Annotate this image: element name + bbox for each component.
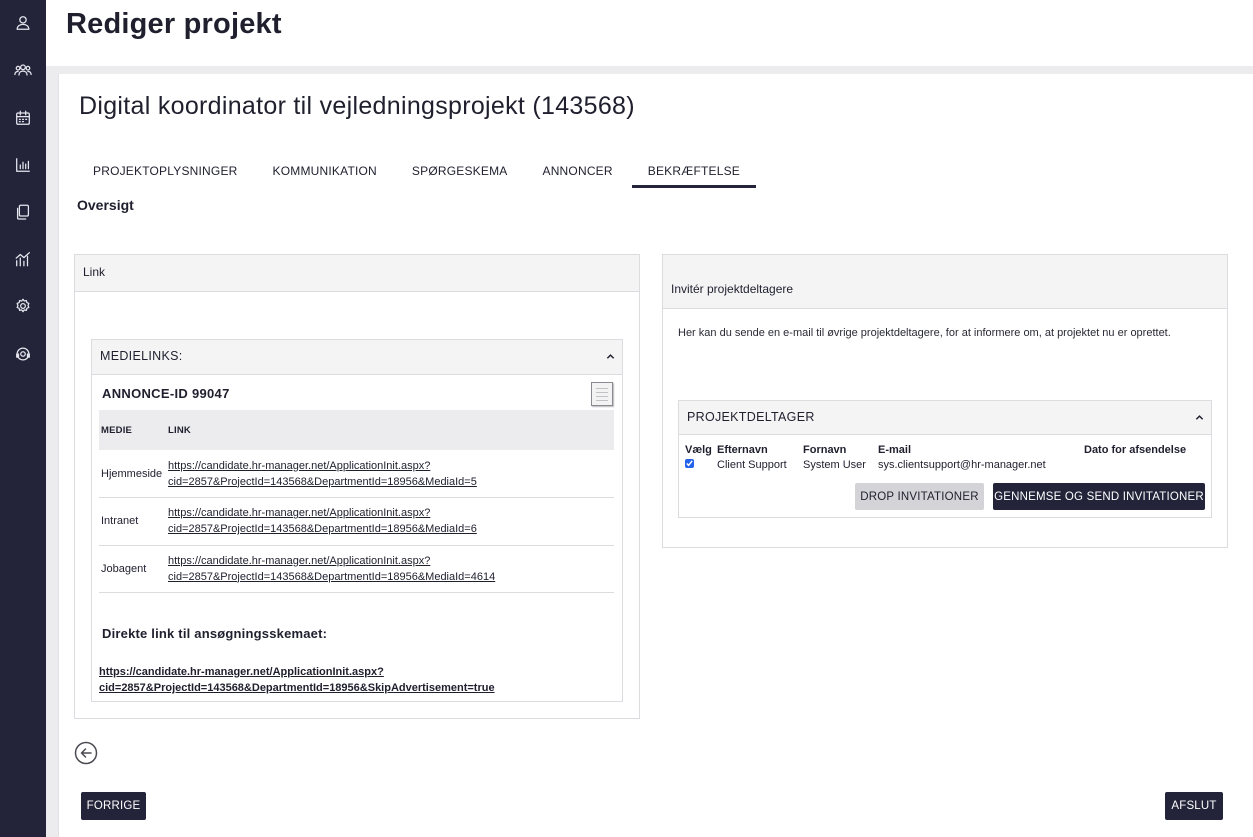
annonce-id: ANNONCE-ID 99047 <box>102 386 230 401</box>
medielinks-title: MEDIELINKS: <box>100 349 183 363</box>
participant-efternavn: Client Support <box>717 459 787 471</box>
bar-chart-icon[interactable] <box>13 155 33 175</box>
header-divider <box>46 66 1253 74</box>
gear-icon[interactable] <box>13 296 33 316</box>
media-link-cell: https://candidate.hr-manager.net/Applica… <box>166 545 614 593</box>
media-link-cell: https://candidate.hr-manager.net/Applica… <box>166 450 614 498</box>
drop-invitations-button[interactable]: DROP INVITATIONER <box>855 483 984 510</box>
invite-panel: Invitér projektdeltagere Her kan du send… <box>662 254 1228 548</box>
documents-icon[interactable] <box>13 202 33 222</box>
link-panel-header: Link <box>75 255 639 292</box>
direct-application-link[interactable]: https://candidate.hr-manager.net/Applica… <box>99 664 519 696</box>
invite-description: Her kan du sende en e-mail til øvrige pr… <box>678 327 1171 339</box>
column-header-dato: Dato for afsendelse <box>1084 443 1187 456</box>
participant-dato <box>1084 459 1190 475</box>
media-name: Hjemmeside <box>99 450 166 498</box>
media-link[interactable]: https://candidate.hr-manager.net/Applica… <box>168 553 612 585</box>
user-icon[interactable] <box>13 13 33 33</box>
participant-fornavn: System User <box>803 459 866 471</box>
users-icon[interactable] <box>13 60 33 80</box>
column-header-email: E-mail <box>878 443 912 456</box>
table-row: Client Support System User sys.clientsup… <box>685 459 1190 475</box>
medielinks-box: MEDIELINKS: ANNONCE-ID 99047 MEDIE LINK … <box>91 339 623 702</box>
page-title: Rediger projekt <box>66 8 282 40</box>
participant-checkbox[interactable] <box>685 459 694 468</box>
sidebar <box>0 0 46 837</box>
column-header-medie: MEDIE <box>99 410 166 450</box>
participants-table: Vælg Efternavn Fornavn E-mail Dato for a… <box>685 443 1190 475</box>
column-header-link: LINK <box>166 410 614 450</box>
select-cell <box>685 459 717 475</box>
support-icon[interactable] <box>13 344 33 364</box>
chevron-up-icon[interactable] <box>604 340 616 373</box>
chevron-up-icon[interactable] <box>1193 401 1205 434</box>
tab-kommunikation[interactable]: KOMMUNIKATION <box>257 158 393 188</box>
analytics-icon[interactable] <box>13 249 33 269</box>
main-content: Digital koordinator til vejledningsproje… <box>58 74 1253 837</box>
column-header-efternavn: Efternavn <box>717 443 768 456</box>
projektdeltager-title: PROJEKTDELTAGER <box>687 410 815 424</box>
media-link-cell: https://candidate.hr-manager.net/Applica… <box>166 497 614 546</box>
media-name: Jobagent <box>99 545 166 593</box>
review-send-invitations-button[interactable]: GENNEMSE OG SEND INVITATIONER <box>993 483 1205 510</box>
table-row: Jobagent https://candidate.hr-manager.ne… <box>99 545 614 593</box>
tab-projektoplysninger[interactable]: PROJEKTOPLYSNINGER <box>77 158 254 188</box>
back-arrow-icon[interactable] <box>74 741 98 765</box>
previous-button[interactable]: FORRIGE <box>81 792 146 820</box>
media-links-table: MEDIE LINK Hjemmeside https://candidate.… <box>99 410 614 593</box>
tab-annoncer[interactable]: ANNONCER <box>526 158 628 188</box>
participant-email: sys.clientsupport@hr-manager.net <box>878 459 1046 471</box>
link-panel: Link MEDIELINKS: ANNONCE-ID 99047 MEDIE … <box>74 254 640 719</box>
projektdeltager-box: PROJEKTDELTAGER Vælg Efternavn Fornavn E… <box>678 400 1212 518</box>
top-bar: Rediger projekt <box>46 0 1253 66</box>
section-heading: Oversigt <box>77 197 134 213</box>
tab-bar: PROJEKTOPLYSNINGER KOMMUNIKATION SPØRGES… <box>77 158 759 188</box>
tab-spoergeskema[interactable]: SPØRGESKEMA <box>396 158 524 188</box>
direct-link-label: Direkte link til ansøgningsskemaet: <box>102 626 328 641</box>
media-link[interactable]: https://candidate.hr-manager.net/Applica… <box>168 505 612 537</box>
tab-bekraeftelse[interactable]: BEKRÆFTELSE <box>631 158 756 188</box>
projektdeltager-header[interactable]: PROJEKTDELTAGER <box>679 401 1211 435</box>
media-name: Intranet <box>99 497 166 546</box>
finish-button[interactable]: AFSLUT <box>1165 792 1223 820</box>
table-row: Hjemmeside https://candidate.hr-manager.… <box>99 450 614 498</box>
column-header-fornavn: Fornavn <box>803 443 847 456</box>
gutter <box>46 74 58 837</box>
column-header-vaelg: Vælg <box>685 443 712 456</box>
table-row: Intranet https://candidate.hr-manager.ne… <box>99 497 614 546</box>
copy-icon[interactable] <box>591 382 613 406</box>
media-link[interactable]: https://candidate.hr-manager.net/Applica… <box>168 458 612 490</box>
medielinks-header[interactable]: MEDIELINKS: <box>92 340 622 375</box>
project-title: Digital koordinator til vejledningsproje… <box>79 92 635 120</box>
invite-panel-header: Invitér projektdeltagere <box>663 255 1227 309</box>
calendar-icon[interactable] <box>13 108 33 128</box>
